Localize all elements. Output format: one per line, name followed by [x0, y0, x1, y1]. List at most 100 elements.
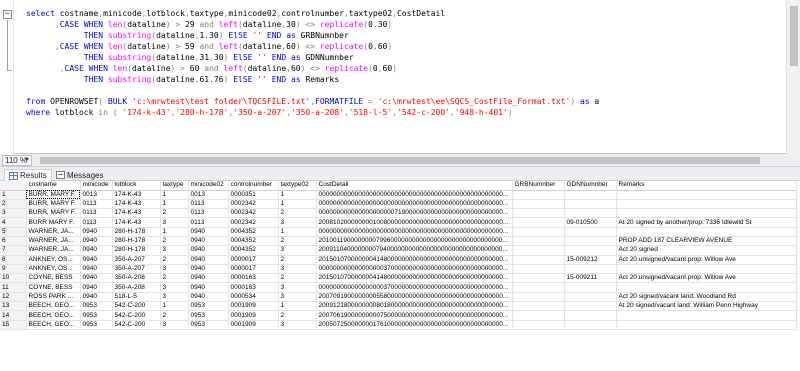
row-number[interactable]: 13	[0, 301, 27, 312]
grid-cell[interactable]: 2	[278, 310, 317, 321]
grid-cell[interactable]: 0000017	[228, 255, 279, 265]
grid-cell[interactable]	[512, 245, 565, 256]
grid-cell[interactable]	[512, 264, 565, 275]
grid-cell[interactable]: COYNE, BESS	[26, 273, 81, 284]
grid-cell[interactable]: 0002342	[228, 208, 279, 219]
grid-cell[interactable]: 0940	[80, 264, 113, 275]
grid-cell[interactable]: 2010011900000000799600000000000000000000…	[316, 236, 513, 247]
grid-cell[interactable]: 2009121800000000801800000000000000000000…	[316, 301, 513, 312]
grid-cell[interactable]: 2	[278, 208, 317, 219]
grid-cell[interactable]	[512, 301, 565, 312]
grid-cell[interactable]: 3	[278, 245, 317, 256]
grid-cell[interactable]: 0004352	[228, 245, 279, 256]
grid-cell[interactable]: 2	[160, 208, 189, 219]
grid-cell[interactable]: 0000000000000000003700000000000000000000…	[316, 264, 513, 275]
grid-cell[interactable]: 0000163	[228, 282, 279, 293]
grid-cell[interactable]: 2	[278, 255, 317, 265]
sql-line[interactable]: THEN substring(dataline,1,30) ElSE '' EN…	[26, 30, 786, 41]
zoom-dropdown[interactable]: 110 % ▼	[2, 155, 32, 166]
grid-cell[interactable]: 2008102000000001008000000000000000000000…	[316, 217, 513, 228]
grid-cell[interactable]: 0013	[80, 190, 113, 200]
table-row[interactable]: 2 BURR, MARY F. 0113 174-K-43 1 0113 0002342 1 0…	[0, 199, 797, 210]
grid-cell[interactable]: BURR, MARY F.	[26, 208, 81, 219]
sql-line[interactable]: THEN substring(dataline,31,30) ElSE '' E…	[26, 52, 786, 63]
grid-cell[interactable]: 0940	[80, 255, 113, 265]
grid-cell[interactable]: 0953	[80, 320, 113, 330]
table-row[interactable]: 1 BURR, MARY F. 0013 174-K-43 1 0013 0000351 1 0…	[0, 190, 797, 200]
grid-cell[interactable]: 0013	[188, 190, 229, 200]
grid-cell[interactable]: BURR, MARY F.	[26, 190, 81, 200]
row-number[interactable]: 5	[0, 227, 27, 238]
grid-cell[interactable]: 3	[160, 217, 189, 228]
grid-cell[interactable]: 0000000000000000000000000000000000000000…	[316, 190, 513, 200]
grid-cell[interactable]	[616, 264, 797, 275]
row-number[interactable]: 3	[0, 208, 27, 219]
grid-cell[interactable]: 0940	[80, 273, 113, 284]
grid-cell[interactable]: 09-010500	[564, 217, 617, 228]
column-header[interactable]: taxtype02	[278, 181, 317, 191]
grid-cell[interactable]: 0000000000000000000000000000000000000000…	[316, 199, 513, 210]
grid-cell[interactable]: 280-H-178	[112, 245, 161, 256]
grid-cell[interactable]	[564, 310, 617, 321]
grid-cell[interactable]: 2007061900000000075000000000000000000000…	[316, 310, 513, 321]
row-number[interactable]: 14	[0, 310, 27, 321]
grid-cell[interactable]	[512, 199, 565, 210]
grid-cell[interactable]: 350-A-207	[112, 264, 161, 275]
grid-cell[interactable]: 2015010700000004148000000000000000000000…	[316, 255, 513, 265]
grid-cell[interactable]: 0113	[188, 208, 229, 219]
table-row[interactable]: 12 ROSS PARK ... 0940 518-L-5 3 0940 0000534 3 2…	[0, 292, 797, 303]
sql-line[interactable]: ,CASE WHEN len(dataline) > 60 and left(d…	[26, 63, 786, 74]
grid-cell[interactable]	[564, 320, 617, 330]
grid-cell[interactable]: 0940	[80, 227, 113, 238]
grid-cell[interactable]: BURR, MARY F.	[26, 199, 81, 210]
row-number[interactable]: 11	[0, 282, 27, 293]
grid-cell[interactable]: ROSS PARK ...	[26, 292, 81, 303]
grid-cell[interactable]: 3	[160, 264, 189, 275]
grid-cell[interactable]	[616, 227, 797, 238]
grid-cell[interactable]: 0940	[80, 236, 113, 247]
column-header[interactable]: costname	[26, 181, 81, 191]
grid-cell[interactable]: 0000351	[228, 190, 279, 200]
grid-cell[interactable]	[564, 190, 617, 200]
grid-cell[interactable]	[564, 236, 617, 247]
grid-cell[interactable]: 350-A-207	[112, 255, 161, 265]
grid-cell[interactable]: 0004352	[228, 227, 279, 238]
grid-cell[interactable]: 0940	[188, 292, 229, 303]
grid-cell[interactable]	[616, 208, 797, 219]
row-number[interactable]: 15	[0, 320, 27, 330]
grid-cell[interactable]: 0001909	[228, 310, 279, 321]
grid-cell[interactable]: 0953	[188, 301, 229, 312]
row-number[interactable]: 7	[0, 245, 27, 256]
grid-cell[interactable]: 3	[278, 217, 317, 228]
sql-line[interactable]: ,CASE WHEN len(dataline) > 29 and left(d…	[26, 19, 786, 30]
grid-cell[interactable]: 0000000000000000000007190000000000000000…	[316, 208, 513, 219]
grid-cell[interactable]: 0953	[188, 310, 229, 321]
collapse-minus-icon[interactable]: −	[3, 10, 12, 19]
grid-cell[interactable]: 0001909	[228, 301, 279, 312]
grid-cell[interactable]: 350-A-208	[112, 273, 161, 284]
grid-cell[interactable]	[512, 190, 565, 200]
grid-cell[interactable]: WARNER, JA...	[26, 227, 81, 238]
column-header[interactable]: GRBNumnber	[512, 181, 565, 191]
grid-cell[interactable]	[512, 310, 565, 321]
chevron-down-icon[interactable]: ▼	[24, 156, 30, 165]
grid-cell[interactable]: Act 20 unsigned/vacant prop: Willow Ave	[616, 273, 797, 284]
table-row[interactable]: 8 ANKNEY, OS... 0940 350-A-207 2 0940 0000017 2…	[0, 255, 797, 265]
table-row[interactable]: 14 BEECH, GEO... 0953 542-C-200 2 0953 0001909…	[0, 310, 797, 321]
grid-cell[interactable]: 0953	[80, 301, 113, 312]
grid-cell[interactable]: 280-H-178	[112, 227, 161, 238]
grid-cell[interactable]: 0953	[188, 320, 229, 330]
grid-cell[interactable]: 0004352	[228, 236, 279, 247]
grid-cell[interactable]: 174-K-43	[112, 190, 161, 200]
grid-cell[interactable]: BURR MARY F.	[26, 217, 81, 228]
grid-cell[interactable]	[564, 282, 617, 293]
grid-cell[interactable]: At 20 signed by another/prop: 7336 Idlew…	[616, 217, 797, 228]
scrollbar-thumb[interactable]	[40, 157, 760, 164]
grid-cell[interactable]: 0940	[80, 282, 113, 293]
grid-cell[interactable]: 0113	[80, 208, 113, 219]
grid-cell[interactable]: 2	[278, 236, 317, 247]
grid-cell[interactable]: 0940	[188, 236, 229, 247]
grid-cell[interactable]: 0940	[188, 282, 229, 293]
grid-cell[interactable]: ANKNEY, OS...	[26, 264, 81, 275]
grid-cell[interactable]	[616, 310, 797, 321]
